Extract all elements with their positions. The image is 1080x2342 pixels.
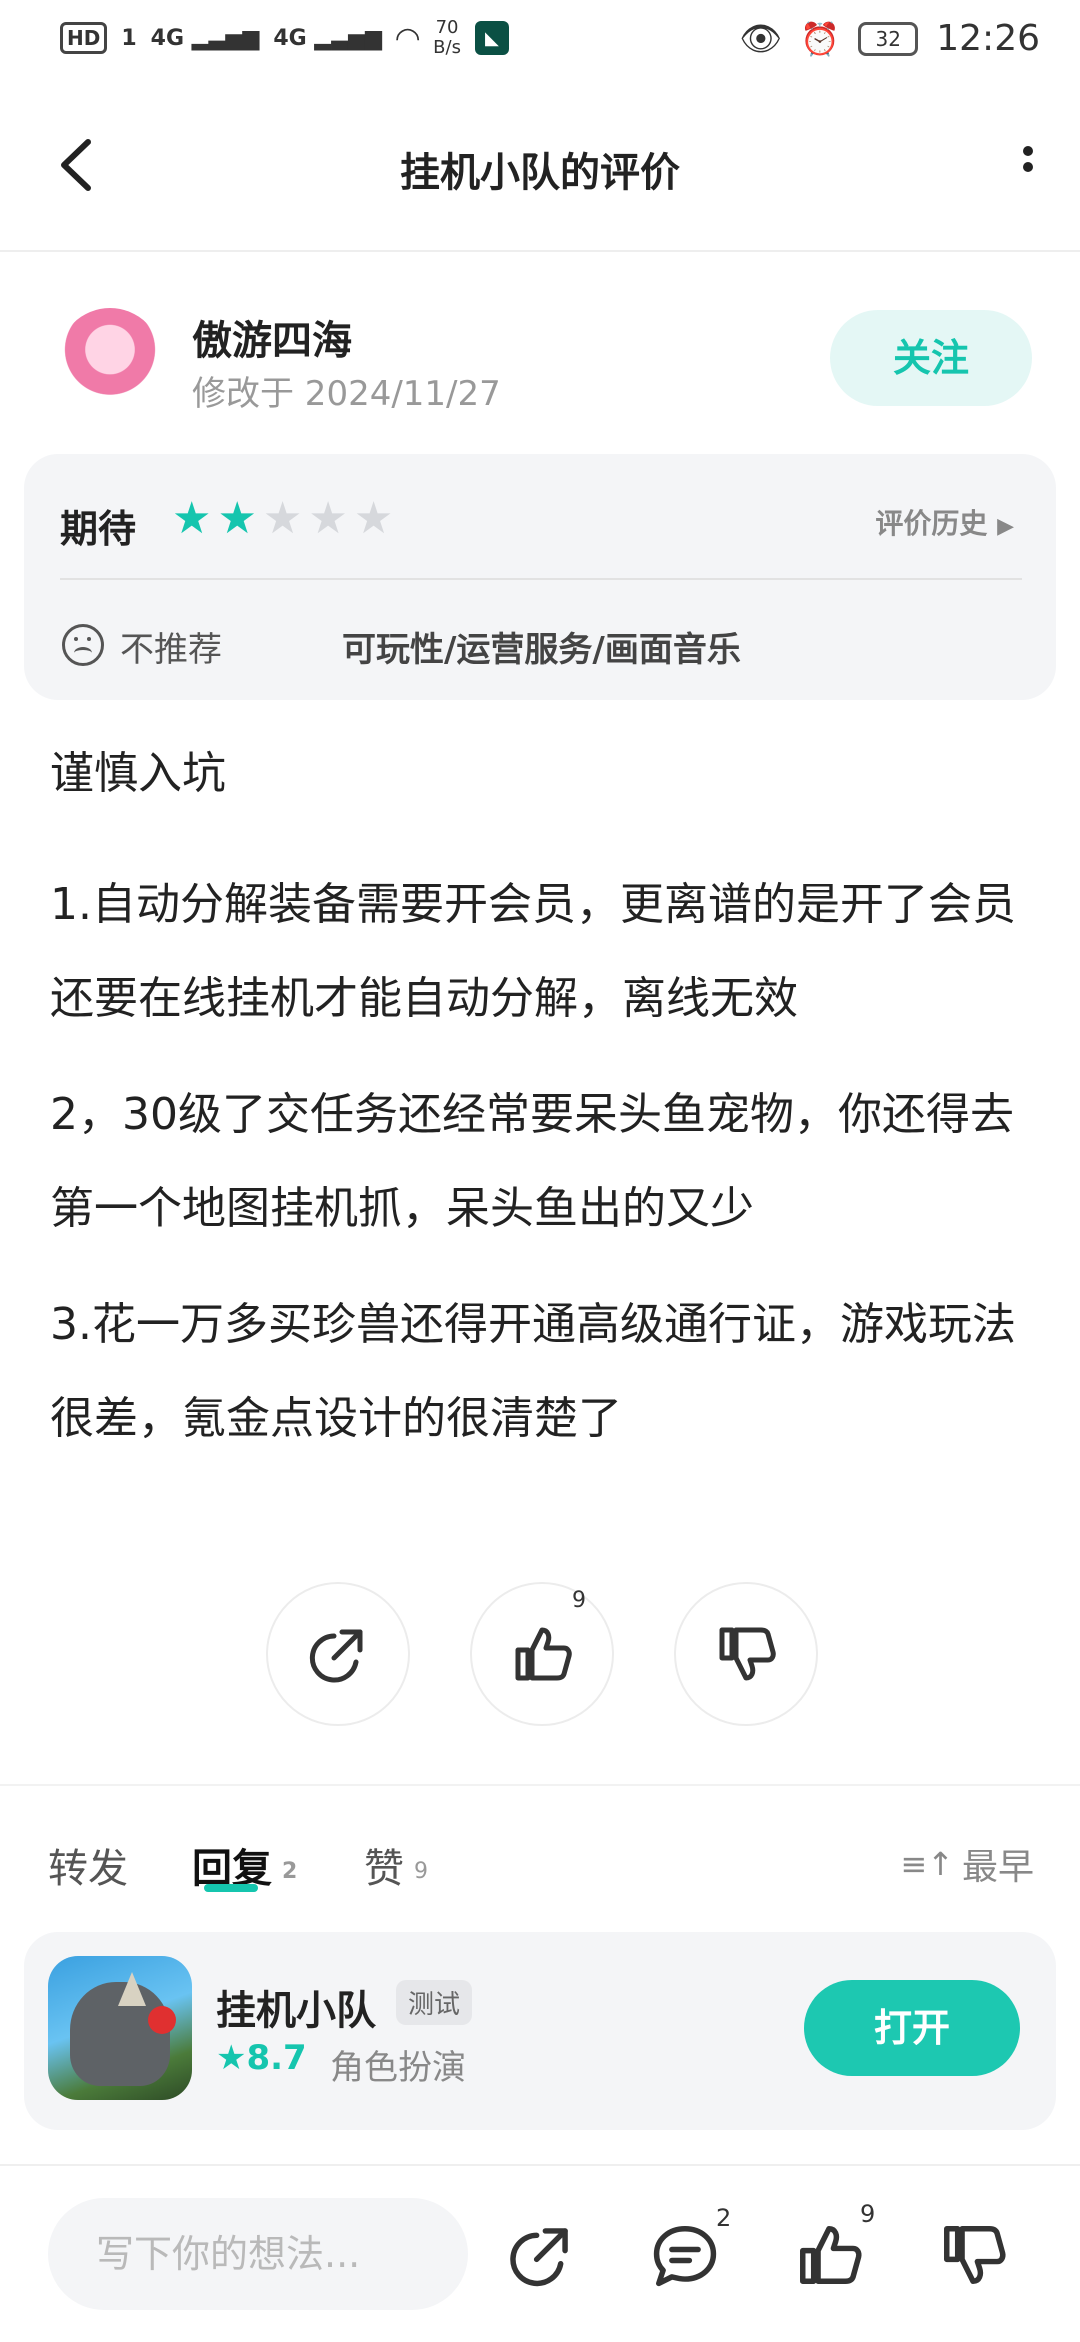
star-rating: ★ ★ ★ ★ ★ — [172, 494, 393, 544]
thumbs-up-icon — [515, 1627, 572, 1681]
star-filled-icon: ★ — [172, 493, 212, 544]
sad-face-icon — [62, 624, 104, 666]
tab-like[interactable]: 赞9 — [364, 1836, 428, 1894]
thumbs-down-icon — [719, 1627, 776, 1681]
hd-icon: HD — [60, 22, 108, 54]
bottom-dislike-button[interactable] — [938, 2220, 1008, 2290]
review-line: 3.花一万多买珍兽还得开通高级通行证，游戏玩法很差，氪金点设计的很清楚了 — [50, 1299, 1016, 1444]
active-tab-indicator — [204, 1884, 258, 1892]
app-notification-icon: ◣ — [474, 21, 509, 55]
follow-button[interactable]: 关注 — [830, 310, 1032, 406]
share-icon — [510, 2228, 568, 2287]
bottom-like-count: 9 — [860, 2200, 876, 2228]
share-button[interactable] — [266, 1582, 410, 1726]
rating-tags: 可玩性/运营服务/画面音乐 — [342, 630, 741, 670]
game-genre: 角色扮演 — [330, 2048, 466, 2088]
sort-icon: ≡↑ — [900, 1845, 954, 1883]
review-line: 2，30级了交任务还经常要呆头鱼宠物，你还得去第一个地图挂机抓，呆头鱼出的又少 — [50, 1089, 1014, 1234]
more-dot-icon — [1023, 146, 1033, 156]
game-status-badge: 测试 — [396, 1980, 473, 2025]
sim-indicator: 1 — [121, 25, 137, 51]
rating-history-link[interactable]: 评价历史 ▶ — [875, 502, 1014, 542]
star-empty-icon: ★ — [308, 493, 348, 544]
star-filled-icon: ★ — [217, 493, 257, 544]
rating-label: 期待 — [60, 507, 137, 551]
alarm-icon: ⏰ — [800, 19, 841, 58]
like-count: 9 — [572, 1588, 586, 1613]
more-menu-button[interactable] — [1016, 140, 1040, 190]
sort-button[interactable]: ≡↑ 最早 — [900, 1838, 1034, 1890]
game-icon[interactable] — [48, 1956, 192, 2100]
comment-count: 2 — [716, 2204, 732, 2232]
share-icon — [309, 1629, 363, 1683]
review-line: 谨慎入坑 — [50, 748, 226, 799]
signal-icon: 4G ▂▃▅▆ — [150, 25, 260, 51]
comment-input[interactable]: 写下你的想法... — [48, 2198, 468, 2310]
divider — [60, 578, 1022, 580]
comment-icon — [653, 2226, 717, 2287]
review-body: 谨慎入坑 1.自动分解装备需要开会员，更离谱的是开了会员还要在线挂机才能自动分解… — [50, 744, 1040, 1488]
network-speed: 70 B/s — [433, 17, 461, 58]
avatar[interactable] — [58, 308, 162, 412]
app-header: 挂机小队的评价 — [0, 100, 1080, 252]
tab-forward[interactable]: 转发 — [48, 1836, 128, 1894]
thumbs-up-icon — [800, 2226, 862, 2284]
bottom-comment-button[interactable] — [650, 2220, 720, 2290]
signal-icon-2: 4G ▂▃▅▆ — [273, 25, 383, 51]
clock: 12:26 — [936, 18, 1040, 59]
page-title: 挂机小队的评价 — [400, 150, 680, 196]
edit-date: 修改于 2024/11/27 — [192, 374, 501, 414]
status-bar: HD 1 4G ▂▃▅▆ 4G ▂▃▅▆ ◠ 70 B/s ◣ 👁 ⏰ 32 1… — [0, 0, 1080, 80]
open-game-button[interactable]: 打开 — [804, 1980, 1020, 2076]
bottom-share-button[interactable] — [506, 2220, 576, 2290]
not-recommend-label: 不推荐 — [120, 630, 222, 670]
more-dot-icon — [1023, 162, 1033, 172]
section-divider — [0, 1784, 1080, 1786]
dislike-button[interactable] — [674, 1582, 818, 1726]
game-name: 挂机小队 — [216, 1988, 376, 2034]
star-empty-icon: ★ — [353, 493, 394, 544]
game-rating: ★8.7 — [216, 2038, 307, 2078]
bottom-like-button[interactable] — [794, 2220, 864, 2290]
star-empty-icon: ★ — [262, 493, 303, 544]
eye-icon: 👁 — [739, 18, 783, 59]
like-button[interactable] — [470, 1582, 614, 1726]
wifi-icon: ◠ — [396, 20, 420, 56]
thumbs-down-icon — [944, 2226, 1006, 2284]
battery-icon: 32 — [858, 21, 919, 56]
username[interactable]: 傲游四海 — [192, 308, 352, 366]
triangle-right-icon: ▶ — [997, 514, 1014, 539]
review-line: 1.自动分解装备需要开会员，更离谱的是开了会员还要在线挂机才能自动分解，离线无效 — [50, 879, 1016, 1024]
